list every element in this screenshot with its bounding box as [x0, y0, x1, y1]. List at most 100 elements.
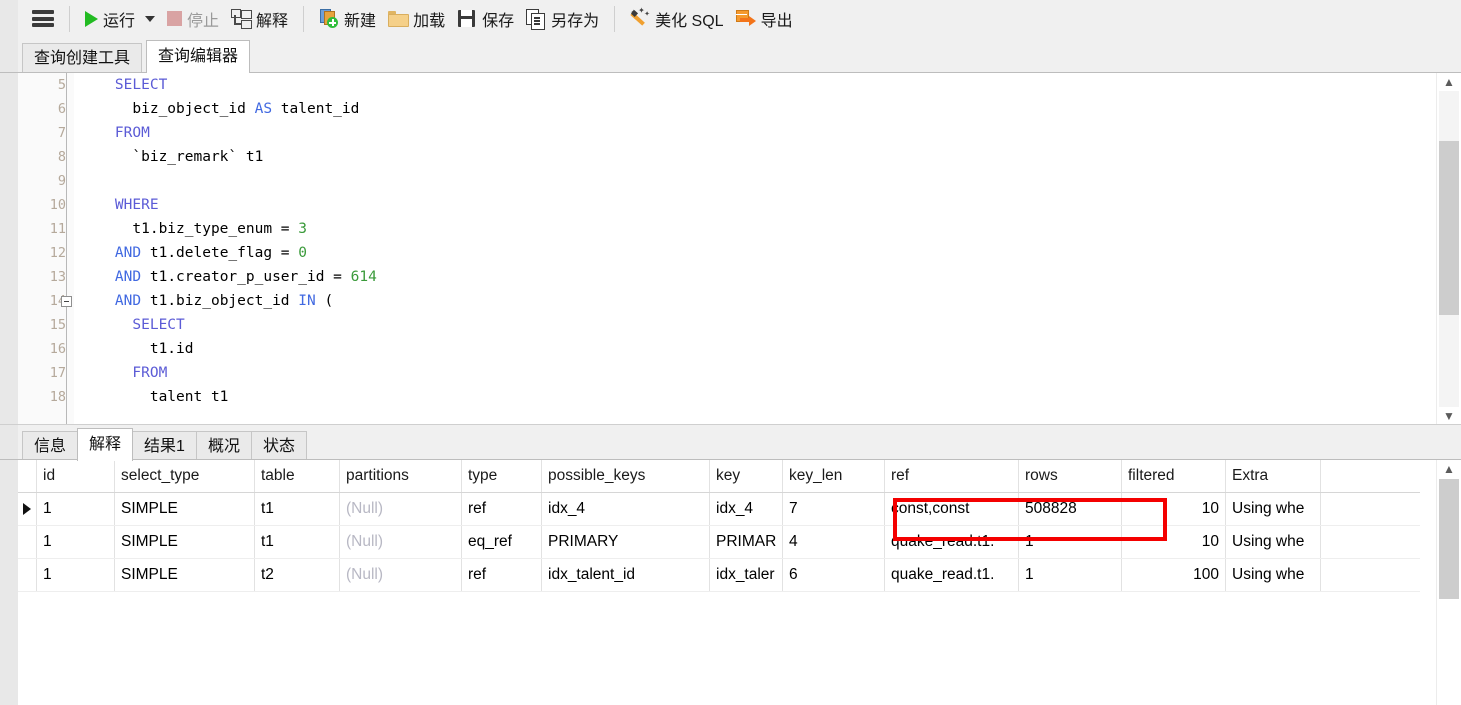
table-row[interactable]: 1 SIMPLE t1 (Null) eq_ref PRIMARY PRIMAR 4 quake… — [18, 526, 1420, 559]
column-header-key_len[interactable]: key_len — [783, 460, 885, 492]
cell-type[interactable]: eq_ref — [462, 526, 542, 558]
fold-collapse-icon[interactable] — [61, 296, 72, 307]
tab-result1[interactable]: 结果1 — [132, 431, 197, 461]
column-header-partitions[interactable]: partitions — [340, 460, 462, 492]
editor-code-area[interactable]: SELECT biz_object_id AS talent_id FROM `… — [80, 73, 1420, 425]
editor-vertical-scrollbar[interactable]: ▲ ▼ — [1436, 73, 1461, 425]
grid-scroll-up-arrow-icon[interactable]: ▲ — [1437, 460, 1461, 478]
cell-rows[interactable]: 1 — [1019, 526, 1122, 558]
cell-Extra[interactable]: Using whe — [1226, 559, 1321, 591]
column-header-id[interactable]: id — [37, 460, 115, 492]
cell-ref[interactable]: quake_read.t1. — [885, 559, 1019, 591]
export-button[interactable]: 导出 — [730, 4, 799, 34]
row-selector[interactable] — [18, 559, 37, 591]
run-button[interactable]: 运行 — [79, 4, 161, 34]
tab-profile[interactable]: 概况 — [196, 431, 253, 461]
tab-info[interactable]: 信息 — [22, 431, 79, 461]
cell-table[interactable]: t2 — [255, 559, 340, 591]
cell-key[interactable]: idx_taler — [710, 559, 783, 591]
editor-fold-column[interactable] — [58, 73, 76, 425]
tab-query-builder[interactable]: 查询创建工具 — [22, 43, 143, 73]
stop-button[interactable]: 停止 — [161, 4, 225, 34]
cell-possible_keys[interactable]: idx_talent_id — [542, 559, 710, 591]
tab-query-editor[interactable]: 查询编辑器 — [146, 40, 251, 73]
cell-table[interactable]: t1 — [255, 493, 340, 525]
code-line[interactable]: AND t1.creator_p_user_id = 614 — [80, 265, 1420, 289]
cell-table[interactable]: t1 — [255, 526, 340, 558]
cell-key_len[interactable]: 7 — [783, 493, 885, 525]
tab-profile-label: 概况 — [208, 438, 241, 455]
sql-editor[interactable]: 5 6 7 8 9 10 11 12 13 14 15 16 17 18 SELECT biz_objec… — [0, 72, 1461, 425]
cell-partitions[interactable]: (Null) — [340, 559, 462, 591]
code-line[interactable]: `biz_remark` t1 — [80, 145, 1420, 169]
code-line[interactable] — [80, 169, 1420, 193]
cell-ref[interactable]: quake_read.t1. — [885, 526, 1019, 558]
explain-result-grid[interactable]: id select_type table partitions type possible… — [18, 460, 1420, 705]
cell-select_type[interactable]: SIMPLE — [115, 493, 255, 525]
code-line[interactable]: AND t1.delete_flag = 0 — [80, 241, 1420, 265]
cell-id[interactable]: 1 — [37, 559, 115, 591]
code-line[interactable]: FROM — [80, 361, 1420, 385]
cell-possible_keys[interactable]: idx_4 — [542, 493, 710, 525]
cell-key[interactable]: PRIMAR — [710, 526, 783, 558]
cell-rows[interactable]: 508828 — [1019, 493, 1122, 525]
run-dropdown-caret-icon[interactable] — [145, 15, 156, 22]
code-line[interactable]: WHERE — [80, 193, 1420, 217]
cell-filtered[interactable]: 10 — [1122, 526, 1226, 558]
load-button[interactable]: 加载 — [382, 4, 451, 34]
cell-id[interactable]: 1 — [37, 493, 115, 525]
cell-partitions[interactable]: (Null) — [340, 493, 462, 525]
code-line[interactable]: t1.id — [80, 337, 1420, 361]
code-line[interactable]: SELECT — [80, 73, 1420, 97]
column-header-select_type[interactable]: select_type — [115, 460, 255, 492]
code-line[interactable]: FROM — [80, 121, 1420, 145]
save-as-button[interactable]: 另存为 — [520, 4, 605, 34]
explain-button[interactable]: 解释 — [225, 4, 294, 34]
beautify-sql-button[interactable]: ✦✦✦ 美化 SQL — [624, 4, 729, 34]
column-header-table[interactable]: table — [255, 460, 340, 492]
explain-result-panel[interactable]: id select_type table partitions type possible… — [0, 459, 1461, 705]
hamburger-menu-icon[interactable] — [32, 10, 54, 27]
editor-scroll-thumb[interactable] — [1439, 141, 1459, 315]
editor-scroll-down-arrow-icon[interactable]: ▼ — [1437, 407, 1461, 425]
code-line[interactable]: AND t1.biz_object_id IN ( — [80, 289, 1420, 313]
cell-Extra[interactable]: Using whe — [1226, 526, 1321, 558]
cell-rows[interactable]: 1 — [1019, 559, 1122, 591]
code-line[interactable]: SELECT — [80, 313, 1420, 337]
editor-scroll-up-arrow-icon[interactable]: ▲ — [1437, 73, 1461, 91]
column-header-Extra[interactable]: Extra — [1226, 460, 1321, 492]
table-row[interactable]: 1 SIMPLE t2 (Null) ref idx_talent_id idx_taler… — [18, 559, 1420, 592]
column-header-ref[interactable]: ref — [885, 460, 1019, 492]
code-line[interactable]: biz_object_id AS talent_id — [80, 97, 1420, 121]
cell-possible_keys[interactable]: PRIMARY — [542, 526, 710, 558]
cell-ref[interactable]: const,const — [885, 493, 1019, 525]
grid-vertical-scrollbar[interactable]: ▲ — [1436, 460, 1461, 705]
cell-type[interactable]: ref — [462, 559, 542, 591]
grid-scroll-thumb[interactable] — [1439, 479, 1459, 599]
column-header-filtered[interactable]: filtered — [1122, 460, 1226, 492]
row-selector[interactable] — [18, 526, 37, 558]
tab-explain[interactable]: 解释 — [77, 428, 134, 461]
cell-filtered[interactable]: 10 — [1122, 493, 1226, 525]
column-header-type[interactable]: type — [462, 460, 542, 492]
cell-key_len[interactable]: 4 — [783, 526, 885, 558]
cell-partitions[interactable]: (Null) — [340, 526, 462, 558]
cell-id[interactable]: 1 — [37, 526, 115, 558]
save-button[interactable]: 保存 — [451, 4, 520, 34]
new-button[interactable]: 新建 — [313, 4, 382, 34]
cell-type[interactable]: ref — [462, 493, 542, 525]
cell-filtered[interactable]: 100 — [1122, 559, 1226, 591]
column-header-rows[interactable]: rows — [1019, 460, 1122, 492]
tab-status[interactable]: 状态 — [251, 431, 308, 461]
cell-select_type[interactable]: SIMPLE — [115, 559, 255, 591]
cell-Extra[interactable]: Using whe — [1226, 493, 1321, 525]
code-line[interactable]: t1.biz_type_enum = 3 — [80, 217, 1420, 241]
column-header-possible_keys[interactable]: possible_keys — [542, 460, 710, 492]
cell-key_len[interactable]: 6 — [783, 559, 885, 591]
column-header-key[interactable]: key — [710, 460, 783, 492]
code-line[interactable]: talent t1 — [80, 385, 1420, 409]
cell-key[interactable]: idx_4 — [710, 493, 783, 525]
table-row[interactable]: 1 SIMPLE t1 (Null) ref idx_4 idx_4 7 const,const… — [18, 493, 1420, 526]
cell-select_type[interactable]: SIMPLE — [115, 526, 255, 558]
row-selector[interactable] — [18, 493, 37, 525]
